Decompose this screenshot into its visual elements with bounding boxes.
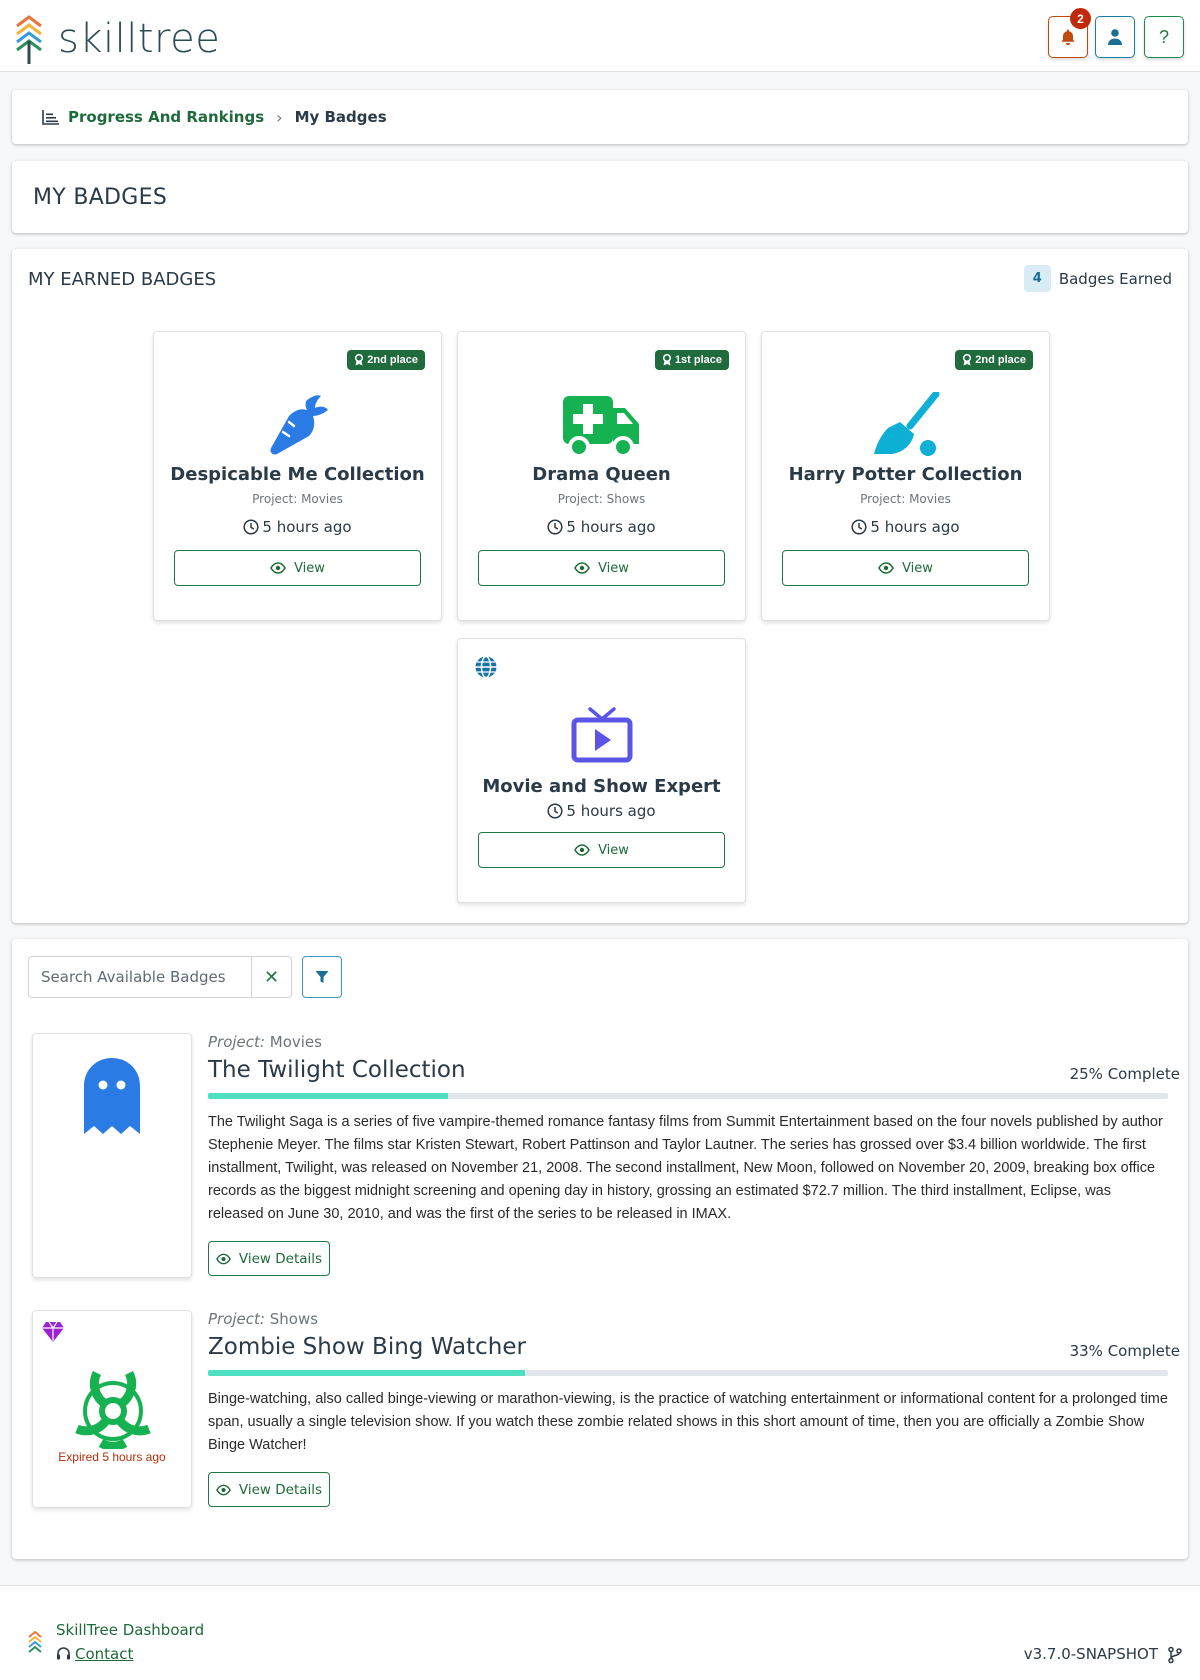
view-badge-button[interactable]: View — [174, 550, 421, 586]
available-badge-item: Expired 5 hours ago Project: Shows Zombi… — [32, 1310, 1180, 1510]
award-icon — [355, 354, 364, 366]
app-name: skilltree — [58, 16, 221, 62]
biohazard-icon — [75, 1370, 151, 1449]
tv-icon — [571, 707, 632, 763]
user-menu-button[interactable] — [1095, 16, 1135, 58]
bell-icon — [1061, 29, 1075, 45]
badge-name[interactable]: Zombie Show Bing Watcher — [208, 1334, 526, 1360]
earned-badge-card[interactable]: 2nd place Harry Potter Collection Projec… — [761, 331, 1050, 621]
view-badge-button[interactable]: View — [782, 550, 1029, 586]
clock-icon — [851, 519, 867, 535]
eye-icon — [574, 562, 590, 574]
badge-progress-fill — [208, 1093, 448, 1099]
skilltree-logo[interactable]: skilltree — [14, 14, 220, 64]
eye-icon — [574, 844, 590, 856]
available-badges-panel: ✕ Project: Movies The Twilight Collectio… — [12, 939, 1188, 1559]
badge-earned-time: 5 hours ago — [154, 518, 441, 536]
search-box: ✕ — [28, 956, 292, 998]
badge-name: Movie and Show Expert — [482, 776, 721, 797]
gem-icon — [42, 1321, 64, 1342]
skilltree-small-logo — [28, 1630, 42, 1653]
earned-badge-card[interactable]: 1st place Drama Queen Project: Shows 5 h… — [457, 331, 746, 621]
eye-icon — [216, 1253, 231, 1264]
ambulance-icon — [562, 396, 639, 458]
clock-icon — [243, 519, 259, 535]
globe-icon — [475, 655, 497, 679]
badge-earned-time: 5 hours ago — [762, 518, 1049, 536]
app-version: v3.7.0-SNAPSHOT — [1023, 1645, 1158, 1663]
badge-percent-complete: 33% Complete — [1069, 1342, 1180, 1360]
badge-name[interactable]: The Twilight Collection — [208, 1057, 466, 1083]
broom-icon — [873, 392, 939, 456]
filter-icon — [315, 971, 329, 983]
earned-count-pill: 4 — [1023, 265, 1051, 292]
badge-thumbnail[interactable]: Expired 5 hours ago — [32, 1310, 192, 1508]
badge-progress-bar — [208, 1093, 1168, 1099]
badge-progress-fill — [208, 1370, 525, 1376]
badge-name: Despicable Me Collection — [170, 464, 425, 485]
place-badge: 2nd place — [955, 350, 1033, 370]
award-icon — [662, 354, 671, 366]
code-branch-icon — [1168, 1646, 1182, 1664]
badge-earned-time: 5 hours ago — [458, 802, 745, 820]
earned-count-label: Badges Earned — [1058, 269, 1172, 288]
search-available-badges-input[interactable] — [29, 957, 253, 997]
filter-button[interactable] — [302, 956, 342, 998]
earned-badges-title: MY EARNED BADGES — [28, 269, 217, 290]
eye-icon — [216, 1484, 231, 1495]
ghost-icon — [84, 1058, 140, 1134]
place-badge: 1st place — [654, 350, 729, 370]
badge-project-line: Project: Movies — [208, 1033, 322, 1051]
earned-badge-card[interactable]: 2nd place Despicable Me Collection Proje… — [153, 331, 442, 621]
view-details-button[interactable]: View Details — [208, 1241, 330, 1276]
chevron-right-icon: › — [276, 107, 283, 127]
eye-icon — [878, 562, 894, 574]
close-icon: ✕ — [264, 966, 280, 988]
badge-percent-complete: 25% Complete — [1069, 1065, 1180, 1083]
top-header: skilltree 2 ? — [0, 0, 1200, 72]
eye-icon — [270, 562, 286, 574]
clock-icon — [547, 803, 563, 819]
footer: SkillTree Dashboard Contact v3.7.0-SNAPS… — [0, 1585, 1200, 1680]
badges-earned-count: 4 Badges Earned — [1023, 265, 1172, 292]
footer-contact[interactable]: Contact — [56, 1645, 133, 1663]
view-details-button[interactable]: View Details — [208, 1472, 330, 1507]
contact-link[interactable]: Contact — [75, 1645, 133, 1663]
badge-name: Harry Potter Collection — [788, 464, 1023, 485]
earned-badges-panel: MY EARNED BADGES 4 Badges Earned 2nd pla… — [12, 249, 1188, 923]
award-icon — [963, 354, 972, 366]
place-badge: 2nd place — [347, 350, 425, 370]
clear-search-button[interactable]: ✕ — [252, 957, 291, 997]
badge-progress-bar — [208, 1370, 1168, 1376]
view-badge-button[interactable]: View — [478, 550, 725, 586]
badge-project-line: Project: Shows — [208, 1310, 319, 1328]
breadcrumb-progress-link[interactable]: Progress And Rankings — [68, 108, 264, 126]
badge-thumbnail[interactable] — [32, 1033, 192, 1278]
badge-project: Project: Shows — [557, 492, 646, 506]
view-badge-button[interactable]: View — [478, 832, 725, 868]
expired-label: Expired 5 hours ago — [58, 1450, 166, 1464]
badge-project: Project: Movies — [252, 492, 343, 506]
breadcrumb: Progress And Rankings › My Badges — [12, 90, 1188, 144]
footer-dashboard-link[interactable]: SkillTree Dashboard — [56, 1621, 204, 1639]
carrot-icon — [269, 395, 328, 455]
clock-icon — [547, 519, 563, 535]
page-title: MY BADGES — [33, 185, 168, 210]
notification-count-badge: 2 — [1070, 8, 1091, 29]
badge-project: Project: Movies — [860, 492, 951, 506]
tree-arrows-icon — [16, 15, 42, 64]
chart-bar-icon — [42, 110, 59, 125]
earned-global-badge-card[interactable]: Movie and Show Expert 5 hours ago View — [457, 638, 746, 903]
badge-description: Binge-watching, also called binge-viewin… — [208, 1391, 1168, 1453]
headset-icon — [57, 1647, 70, 1660]
badge-description: The Twilight Saga is a series of five va… — [208, 1114, 1163, 1222]
badge-earned-time: 5 hours ago — [458, 518, 745, 536]
user-icon — [1108, 29, 1122, 45]
page-title-card: MY BADGES — [12, 161, 1188, 233]
breadcrumb-current: My Badges — [294, 108, 387, 126]
help-button[interactable]: ? — [1144, 16, 1184, 58]
badge-name: Drama Queen — [532, 464, 671, 485]
available-badge-item: Project: Movies The Twilight Collection … — [32, 1033, 1180, 1278]
